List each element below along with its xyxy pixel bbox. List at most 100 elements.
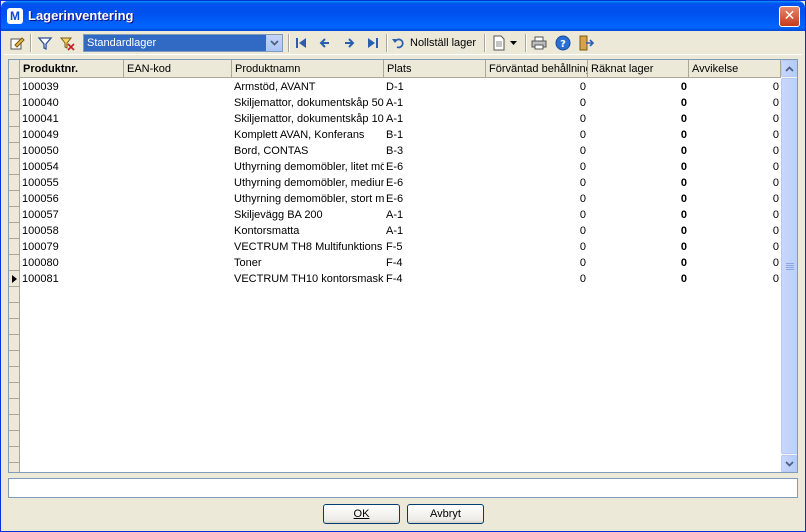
- help-icon[interactable]: ?: [554, 34, 572, 52]
- cell-plats[interactable]: A-1: [384, 95, 486, 111]
- first-record-icon[interactable]: [292, 34, 310, 52]
- cell-namn[interactable]: Uthyrning demomöbler, medium: [232, 175, 384, 191]
- cell-raknat[interactable]: 0: [588, 143, 689, 159]
- cell-plats[interactable]: E-6: [384, 191, 486, 207]
- cell-raknat[interactable]: 0: [588, 79, 689, 95]
- table-row[interactable]: 100058 Kontorsmatta A-1 0 0 0: [20, 223, 781, 239]
- cell-avvikelse[interactable]: 0: [689, 239, 781, 255]
- cell-plats[interactable]: F-4: [384, 271, 486, 287]
- table-row[interactable]: 100054 Uthyrning demomöbler, litet möt E-6…: [20, 159, 781, 175]
- cell-ean[interactable]: [124, 95, 232, 111]
- filter-clear-icon[interactable]: [58, 34, 76, 52]
- cell-raknat[interactable]: 0: [588, 239, 689, 255]
- cell-forvantad[interactable]: 0: [486, 79, 588, 95]
- cell-namn[interactable]: Skiljemattor, dokumentskåp 10(: [232, 111, 384, 127]
- cell-produktnr[interactable]: 100041: [20, 111, 124, 127]
- cell-ean[interactable]: [124, 271, 232, 287]
- table-row[interactable]: 100039 Armstöd, AVANT D-1 0 0 0: [20, 79, 781, 95]
- cell-raknat[interactable]: 0: [588, 271, 689, 287]
- cell-plats[interactable]: F-4: [384, 255, 486, 271]
- cell-plats[interactable]: A-1: [384, 223, 486, 239]
- cell-forvantad[interactable]: 0: [486, 239, 588, 255]
- prev-record-icon[interactable]: [316, 34, 334, 52]
- cell-plats[interactable]: A-1: [384, 111, 486, 127]
- cell-raknat[interactable]: 0: [588, 175, 689, 191]
- scroll-up-button[interactable]: [781, 60, 797, 77]
- column-header-ean[interactable]: EAN-kod: [124, 60, 232, 78]
- cell-produktnr[interactable]: 100079: [20, 239, 124, 255]
- column-header-produktnr[interactable]: Produktnr.: [20, 60, 124, 78]
- warehouse-select[interactable]: Standardlager: [83, 34, 283, 52]
- table-row[interactable]: 100040 Skiljemattor, dokumentskåp 50 A-1 0 0…: [20, 95, 781, 111]
- cell-raknat[interactable]: 0: [588, 207, 689, 223]
- column-header-plats[interactable]: Plats: [384, 60, 486, 78]
- cell-ean[interactable]: [124, 159, 232, 175]
- cell-produktnr[interactable]: 100080: [20, 255, 124, 271]
- cell-produktnr[interactable]: 100057: [20, 207, 124, 223]
- cell-plats[interactable]: E-6: [384, 159, 486, 175]
- cell-ean[interactable]: [124, 191, 232, 207]
- title-bar[interactable]: M Lagerinventering ✕: [1, 1, 805, 31]
- cell-forvantad[interactable]: 0: [486, 207, 588, 223]
- cell-avvikelse[interactable]: 0: [689, 271, 781, 287]
- cell-avvikelse[interactable]: 0: [689, 95, 781, 111]
- cell-namn[interactable]: VECTRUM TH10 kontorsmaski: [232, 271, 384, 287]
- cell-ean[interactable]: [124, 255, 232, 271]
- table-row[interactable]: 100056 Uthyrning demomöbler, stort mö E-6 0…: [20, 191, 781, 207]
- cell-plats[interactable]: D-1: [384, 79, 486, 95]
- cell-avvikelse[interactable]: 0: [689, 79, 781, 95]
- cell-forvantad[interactable]: 0: [486, 223, 588, 239]
- cell-forvantad[interactable]: 0: [486, 159, 588, 175]
- inventory-grid[interactable]: Produktnr. EAN-kod Produktnamn Plats Förvänt…: [8, 59, 798, 473]
- cell-produktnr[interactable]: 100055: [20, 175, 124, 191]
- cell-raknat[interactable]: 0: [588, 191, 689, 207]
- scroll-thumb[interactable]: [781, 78, 797, 454]
- cell-namn[interactable]: Toner: [232, 255, 384, 271]
- column-header-avvikelse[interactable]: Avvikelse: [689, 60, 781, 78]
- cell-namn[interactable]: Bord, CONTAS: [232, 143, 384, 159]
- cell-namn[interactable]: Armstöd, AVANT: [232, 79, 384, 95]
- cell-produktnr[interactable]: 100056: [20, 191, 124, 207]
- cell-namn[interactable]: Skiljevägg BA 200: [232, 207, 384, 223]
- cell-raknat[interactable]: 0: [588, 223, 689, 239]
- cell-ean[interactable]: [124, 111, 232, 127]
- cell-forvantad[interactable]: 0: [486, 175, 588, 191]
- table-row[interactable]: 100055 Uthyrning demomöbler, medium E-6 0 0 0: [20, 175, 781, 191]
- cell-produktnr[interactable]: 100081: [20, 271, 124, 287]
- cell-plats[interactable]: A-1: [384, 207, 486, 223]
- scroll-down-button[interactable]: [781, 455, 797, 472]
- cell-forvantad[interactable]: 0: [486, 191, 588, 207]
- next-record-icon[interactable]: [340, 34, 358, 52]
- cell-namn[interactable]: Uthyrning demomöbler, stort mö: [232, 191, 384, 207]
- cell-avvikelse[interactable]: 0: [689, 223, 781, 239]
- cell-avvikelse[interactable]: 0: [689, 159, 781, 175]
- table-row[interactable]: 100050 Bord, CONTAS B-3 0 0 0: [20, 143, 781, 159]
- cell-produktnr[interactable]: 100050: [20, 143, 124, 159]
- table-row[interactable]: 100041 Skiljemattor, dokumentskåp 10(A-1 0…: [20, 111, 781, 127]
- cell-raknat[interactable]: 0: [588, 127, 689, 143]
- cell-forvantad[interactable]: 0: [486, 127, 588, 143]
- chevron-down-icon[interactable]: [266, 35, 282, 51]
- table-row[interactable]: 100049 Komplett AVAN, Konferans B-1 0 0 0: [20, 127, 781, 143]
- cell-avvikelse[interactable]: 0: [689, 255, 781, 271]
- table-row[interactable]: 100081 VECTRUM TH10 kontorsmaski F-4 0 0 0: [20, 271, 781, 287]
- cell-plats[interactable]: F-5: [384, 239, 486, 255]
- edit-icon[interactable]: [8, 34, 26, 52]
- cell-ean[interactable]: [124, 127, 232, 143]
- exit-icon[interactable]: [577, 34, 595, 52]
- cell-avvikelse[interactable]: 0: [689, 143, 781, 159]
- cell-forvantad[interactable]: 0: [486, 143, 588, 159]
- cell-avvikelse[interactable]: 0: [689, 111, 781, 127]
- cell-produktnr[interactable]: 100049: [20, 127, 124, 143]
- cell-ean[interactable]: [124, 239, 232, 255]
- cell-avvikelse[interactable]: 0: [689, 175, 781, 191]
- column-header-forvantad[interactable]: Förväntad behållning: [486, 60, 588, 78]
- cell-ean[interactable]: [124, 175, 232, 191]
- cell-produktnr[interactable]: 100054: [20, 159, 124, 175]
- cell-namn[interactable]: Komplett AVAN, Konferans: [232, 127, 384, 143]
- cell-raknat[interactable]: 0: [588, 159, 689, 175]
- cell-forvantad[interactable]: 0: [486, 271, 588, 287]
- column-header-produktnamn[interactable]: Produktnamn: [232, 60, 384, 78]
- row-header-column[interactable]: [9, 60, 20, 472]
- reset-stock-button[interactable]: Nollställ lager: [391, 34, 481, 52]
